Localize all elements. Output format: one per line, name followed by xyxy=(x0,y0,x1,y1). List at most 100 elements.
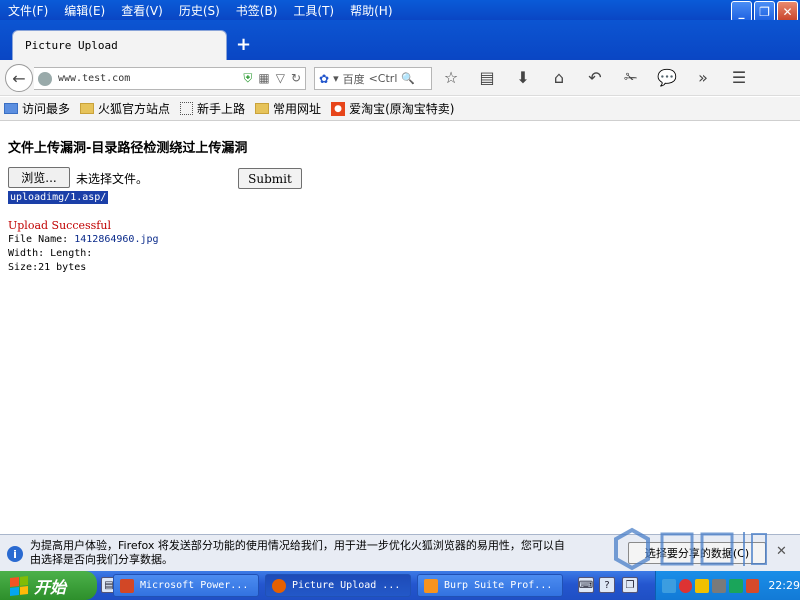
task-powerpoint[interactable]: Microsoft Power... xyxy=(113,574,259,597)
notification-bar: i 为提高用户体验，Firefox 将发送部分功能的使用情况给我们，用于进一步优… xyxy=(0,534,800,571)
dropdown-icon[interactable]: ▽ xyxy=(276,71,285,86)
dimensions-line: Width: Length: xyxy=(8,248,93,259)
url-text: www.test.com xyxy=(58,73,131,84)
url-bar[interactable]: www.test.com ⛨ ▦ ▽ ↻ xyxy=(34,67,306,90)
antivirus-icon[interactable] xyxy=(745,578,760,593)
taskbar: 开始 ▤ Microsoft Power... Picture Upload .… xyxy=(0,571,800,600)
task-burp-suite[interactable]: Burp Suite Prof... xyxy=(417,574,563,597)
bookmark-label: 新手上路 xyxy=(197,102,246,116)
reload-icon[interactable]: ↻ xyxy=(291,71,301,86)
more-tools-icon[interactable]: » xyxy=(692,68,714,87)
search-bar[interactable]: ✿ ▾ 百度 <Ctrl 🔍 xyxy=(314,67,432,90)
no-file-selected-text: 未选择文件。 xyxy=(76,172,149,186)
back-button[interactable]: ← xyxy=(5,64,33,92)
help-icon[interactable]: ? xyxy=(599,577,615,593)
notification-line-2: 由选择是否向我们分享数据。 xyxy=(30,553,173,566)
search-icon[interactable]: 🔍 xyxy=(401,72,415,85)
tab-strip: Picture Upload + xyxy=(0,20,800,60)
search-engine-label: 百度 xyxy=(342,72,365,86)
browse-button[interactable]: 浏览... xyxy=(8,167,70,188)
folder-icon xyxy=(80,103,95,114)
page-content: 文件上传漏洞-目录路径检测绕过上传漏洞 浏览... 未选择文件。 Submit … xyxy=(0,122,800,534)
system-tray: 22:29 xyxy=(655,571,800,600)
undo-icon[interactable]: ↶ xyxy=(584,68,606,87)
notification-line-1: 为提高用户体验，Firefox 将发送部分功能的使用情况给我们，用于进一步优化火… xyxy=(30,539,565,552)
bookmark-firefox-official[interactable]: 火狐官方站点 xyxy=(80,100,170,117)
shield-icon[interactable]: ⛨ xyxy=(243,71,252,86)
page-icon xyxy=(180,102,194,115)
menu-bar: 文件(F) 编辑(E) 查看(V) 历史(S) 书签(B) 工具(T) 帮助(H… xyxy=(0,0,800,22)
start-button[interactable]: 开始 xyxy=(0,571,97,600)
powerpoint-icon xyxy=(120,578,134,593)
vmware-icon[interactable] xyxy=(712,578,726,593)
restore-windows-icon[interactable]: ❐ xyxy=(622,577,638,593)
download-icon[interactable]: ⬇ xyxy=(512,68,534,87)
task-label: Picture Upload ... xyxy=(292,580,401,591)
security-shield-icon[interactable] xyxy=(678,578,693,593)
search-placeholder: <Ctrl xyxy=(368,72,398,85)
bookmark-common-sites[interactable]: 常用网址 xyxy=(255,100,321,117)
home-icon[interactable]: ⌂ xyxy=(548,68,570,87)
toolbar-icons: ☆ ▤ ⬇ ⌂ ↶ ✁ 💬 » ☰ xyxy=(440,68,750,87)
reading-list-icon[interactable]: ▤ xyxy=(476,68,498,87)
tab-label: Picture Upload xyxy=(25,39,118,52)
bookmark-star-icon[interactable]: ☆ xyxy=(440,68,462,87)
clock: 22:29 xyxy=(768,579,800,592)
menu-view[interactable]: 查看(V) xyxy=(113,2,171,19)
windows-logo-icon xyxy=(10,575,28,596)
nav-bar: ← www.test.com ⛨ ▦ ▽ ↻ ✿ ▾ 百度 <Ctrl 🔍 ☆ … xyxy=(0,60,800,96)
submit-button[interactable]: Submit xyxy=(238,168,302,189)
file-name-value: 1412864960.jpg xyxy=(74,234,159,245)
menu-help[interactable]: 帮助(H) xyxy=(342,2,400,19)
minimize-button[interactable]: _ xyxy=(731,1,752,22)
search-engine-dropdown-icon[interactable]: ▾ xyxy=(333,72,339,85)
task-label: Burp Suite Prof... xyxy=(444,580,553,591)
burp-suite-icon xyxy=(424,578,438,593)
upload-path-field[interactable]: uploadimg/1.asp/ xyxy=(8,191,109,204)
notification-text: 为提高用户体验，Firefox 将发送部分功能的使用情况给我们，用于进一步优化火… xyxy=(30,539,620,567)
globe-icon xyxy=(38,71,52,86)
firefox-icon xyxy=(272,578,286,593)
notification-close-icon[interactable]: ✕ xyxy=(776,544,787,559)
folder-icon xyxy=(4,103,18,114)
bookmark-most-visited[interactable]: 访问最多 xyxy=(4,100,70,117)
bookmark-label: 火狐官方站点 xyxy=(98,102,171,116)
bookmark-getting-started[interactable]: 新手上路 xyxy=(180,100,245,117)
bookmark-label: 访问最多 xyxy=(22,102,71,116)
network-icon[interactable] xyxy=(662,578,676,593)
baidu-paw-icon: ✿ xyxy=(319,71,330,86)
bookmark-aitaobao[interactable]: ● 爱淘宝(原淘宝特卖) xyxy=(331,100,454,117)
hamburger-menu-icon[interactable]: ☰ xyxy=(728,68,750,87)
qr-code-icon[interactable]: ▦ xyxy=(258,71,269,86)
info-icon: i xyxy=(7,546,23,562)
start-label: 开始 xyxy=(34,577,67,597)
menu-history[interactable]: 历史(S) xyxy=(171,2,228,19)
task-label: Microsoft Power... xyxy=(140,580,249,591)
tab-picture-upload[interactable]: Picture Upload xyxy=(12,30,227,60)
url-icons: ⛨ ▦ ▽ ↻ xyxy=(243,71,301,86)
folder-icon xyxy=(255,103,270,114)
upload-status: Upload Successful xyxy=(8,219,111,232)
menu-bookmarks[interactable]: 书签(B) xyxy=(228,2,286,19)
file-name-label: File Name: xyxy=(8,234,69,245)
size-line: Size:21 bytes xyxy=(8,262,87,273)
chat-icon[interactable]: 💬 xyxy=(656,68,678,87)
new-tab-button[interactable]: + xyxy=(236,34,251,55)
choose-data-button[interactable]: 选择要分享的数据(C) xyxy=(628,542,766,564)
page-title: 文件上传漏洞-目录路径检测绕过上传漏洞 xyxy=(8,141,248,156)
close-button[interactable]: ✕ xyxy=(777,1,798,22)
window-controls: _ ❐ ✕ xyxy=(731,1,798,22)
taobao-icon: ● xyxy=(331,101,346,116)
menu-edit[interactable]: 编辑(E) xyxy=(56,2,113,19)
arrow-left-icon: ← xyxy=(12,68,26,88)
maximize-button[interactable]: ❐ xyxy=(754,1,775,22)
menu-tools[interactable]: 工具(T) xyxy=(285,2,342,19)
menu-file[interactable]: 文件(F) xyxy=(0,2,56,19)
screenshot-icon[interactable]: ✁ xyxy=(620,68,642,87)
bookmarks-bar: 访问最多 火狐官方站点 新手上路 常用网址 ● 爱淘宝(原淘宝特卖) xyxy=(0,97,800,121)
app-tray-icon[interactable] xyxy=(728,578,743,593)
keyboard-icon[interactable]: ⌨ xyxy=(578,577,594,593)
warning-shield-icon[interactable] xyxy=(695,578,710,593)
bookmark-label: 常用网址 xyxy=(273,102,322,116)
task-firefox[interactable]: Picture Upload ... xyxy=(265,574,411,597)
